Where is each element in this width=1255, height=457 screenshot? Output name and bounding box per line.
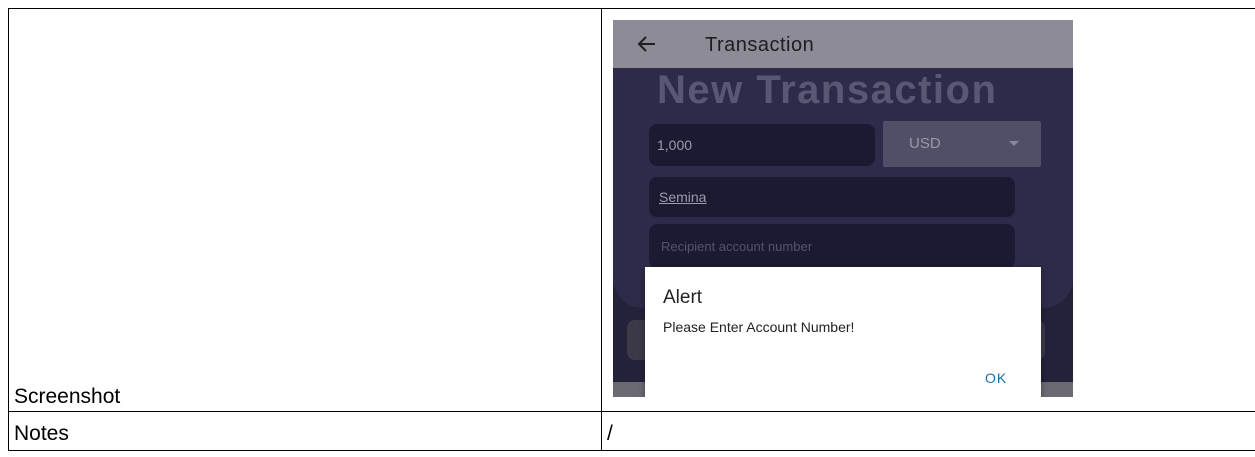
currency-value: USD [909, 135, 941, 152]
arrow-left-icon[interactable] [635, 32, 659, 56]
currency-select[interactable]: USD [883, 121, 1041, 167]
page-title: New Transaction [657, 68, 998, 112]
recipient-name-value: Semina [659, 189, 707, 205]
app-bar-title: Transaction [705, 34, 815, 56]
screenshot-cell: Transaction New Transaction 1,000 USD Se… [601, 8, 1255, 412]
alert-title: Alert [663, 287, 703, 308]
ok-button[interactable]: OK [985, 370, 1007, 386]
alert-dialog: Alert Please Enter Account Number! OK [645, 267, 1041, 397]
screenshot-label: Screenshot [8, 8, 602, 412]
chevron-down-icon [1009, 141, 1019, 146]
account-number-input[interactable]: Recipient account number [649, 224, 1015, 268]
notes-label: Notes [8, 411, 602, 451]
app-bar: Transaction [613, 20, 1073, 68]
recipient-name-input[interactable]: Semina [649, 177, 1015, 217]
notes-value: / [601, 411, 1255, 451]
alert-message: Please Enter Account Number! [663, 319, 855, 335]
amount-value: 1,000 [657, 137, 693, 153]
notes-row: Notes / [8, 411, 1255, 451]
account-number-placeholder: Recipient account number [661, 239, 813, 254]
amount-input[interactable]: 1,000 [649, 124, 875, 166]
phone-screenshot: Transaction New Transaction 1,000 USD Se… [613, 20, 1073, 397]
screenshot-row: Screenshot Transaction New Transaction 1… [8, 8, 1255, 412]
test-case-table: Screenshot Transaction New Transaction 1… [8, 8, 1255, 451]
